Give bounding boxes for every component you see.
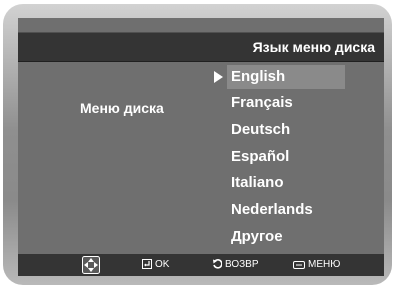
language-option-francais[interactable]: Français	[227, 91, 345, 115]
menu-icon	[293, 261, 305, 269]
title-bar: Язык меню диска	[18, 32, 384, 62]
language-option-deutsch[interactable]: Deutsch	[227, 118, 345, 142]
back-hint: ВОЗВР	[212, 258, 259, 272]
back-label: ВОЗВР	[225, 259, 259, 270]
menu-label: МЕНЮ	[308, 259, 341, 270]
ok-hint: OK	[142, 258, 169, 272]
language-option-english[interactable]: English	[227, 65, 345, 89]
four-way-arrow-icon	[82, 256, 100, 274]
menu-screen: Язык меню диска Меню диска English Franç…	[18, 18, 384, 276]
enter-icon	[142, 259, 152, 269]
setting-label: Меню диска	[80, 100, 164, 116]
language-option-italiano[interactable]: Italiano	[227, 171, 345, 195]
ok-label: OK	[155, 259, 170, 270]
language-option-espanol[interactable]: Español	[227, 145, 345, 169]
language-option-nederlands[interactable]: Nederlands	[227, 198, 345, 222]
menu-hint: МЕНЮ	[293, 258, 340, 272]
language-option-other[interactable]: Другое	[227, 225, 345, 249]
page-title: Язык меню диска	[252, 39, 375, 55]
selection-arrow-icon	[214, 71, 223, 83]
navigation-hint-bar: OK ВОЗВР МЕНЮ	[18, 254, 384, 276]
return-icon	[213, 259, 223, 269]
tv-frame: Язык меню диска Меню диска English Franç…	[3, 4, 392, 285]
